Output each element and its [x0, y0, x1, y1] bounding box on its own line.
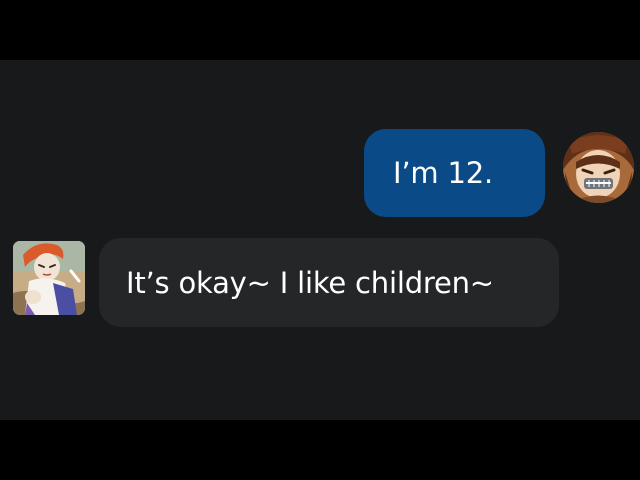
received-message-bubble[interactable]: It’s okay~ I like children~: [99, 238, 559, 327]
sent-message-text: I’m 12.: [393, 156, 493, 190]
anime-clown-avatar-icon[interactable]: [13, 241, 85, 315]
received-message-text: It’s okay~ I like children~: [126, 265, 494, 300]
anime-girl-avatar-icon[interactable]: [563, 132, 634, 203]
sent-message-bubble[interactable]: I’m 12.: [364, 129, 545, 217]
chat-window: I’m 12. It’s okay~ I like children~: [0, 60, 640, 420]
